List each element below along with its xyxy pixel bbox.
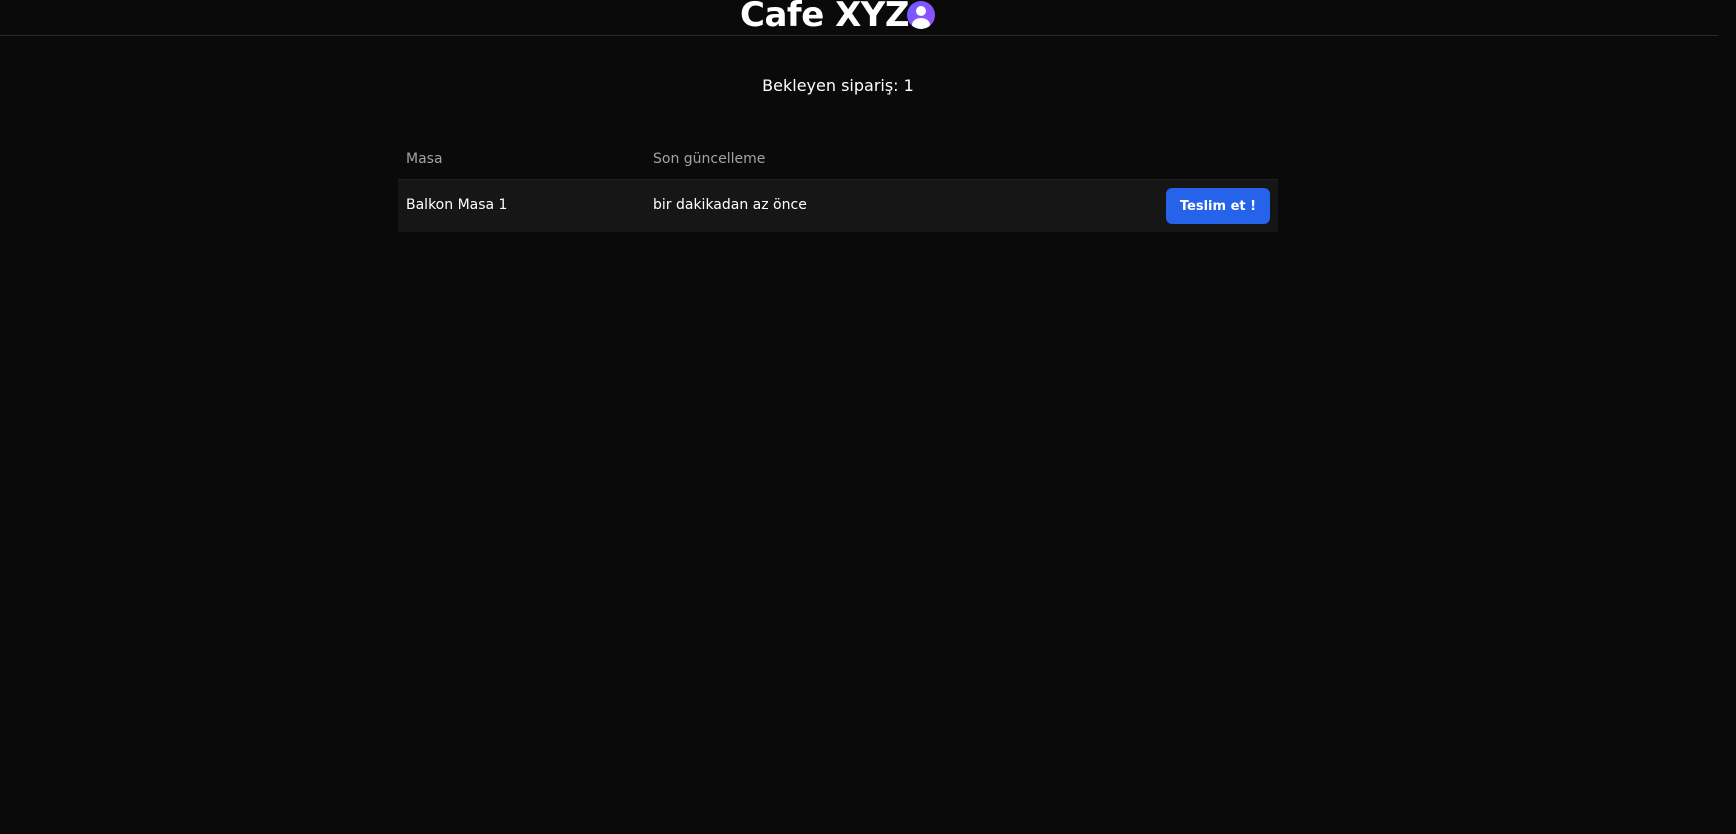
table-header: Masa Son güncelleme bbox=[398, 141, 1278, 180]
avatar-head-shape bbox=[916, 6, 926, 16]
orders-table: Masa Son güncelleme Balkon Masa 1 bir da… bbox=[398, 141, 1278, 232]
column-header-table: Masa bbox=[406, 151, 443, 167]
pending-orders-count: Bekleyen sipariş: 1 bbox=[762, 76, 914, 95]
brand-title: Cafe XYZ bbox=[740, 0, 910, 35]
column-header-last-update: Son güncelleme bbox=[653, 151, 766, 167]
table-row: Balkon Masa 1 bir dakikadan az önce Tesl… bbox=[398, 180, 1278, 232]
row-last-update: bir dakikadan az önce bbox=[653, 197, 807, 213]
user-avatar-icon[interactable] bbox=[907, 1, 935, 29]
brand: Cafe XYZ bbox=[740, 0, 910, 36]
page: Cafe XYZ Bekleyen sipariş: 1 Masa Son gü… bbox=[0, 0, 1736, 834]
row-table-name: Balkon Masa 1 bbox=[406, 197, 508, 213]
avatar-body-shape bbox=[912, 18, 930, 29]
header-bar: Cafe XYZ bbox=[0, 0, 1718, 36]
deliver-button[interactable]: Teslim et ! bbox=[1166, 188, 1270, 224]
